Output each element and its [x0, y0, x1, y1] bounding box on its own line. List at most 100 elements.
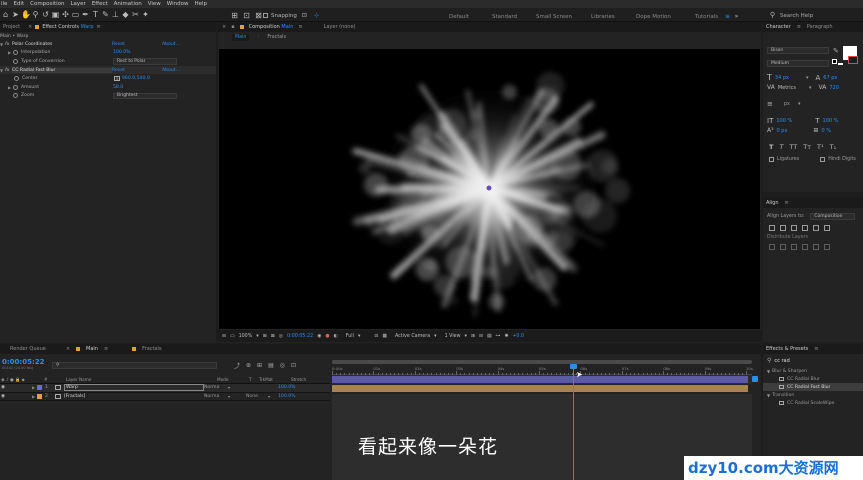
tab-fractals[interactable]: Fractals	[142, 346, 161, 352]
tab-main[interactable]: Main	[86, 346, 98, 352]
puppet-tool-icon[interactable]: ✦	[141, 10, 150, 19]
menu-layer[interactable]: Layer	[70, 1, 85, 7]
tab-effect-controls[interactable]: Effect Controls Warp	[42, 24, 93, 30]
effect-name[interactable]: CC Radial Fast Blur	[12, 67, 112, 73]
selection-tool-icon[interactable]: ➤	[11, 10, 20, 19]
timeline-icon[interactable]: ▤	[487, 334, 492, 339]
distribute-bottom-icon[interactable]	[791, 243, 797, 250]
shy-icon[interactable]: ⊞	[257, 362, 262, 369]
tab-layer[interactable]: Layer (none)	[324, 24, 356, 30]
zoom-tool-icon[interactable]: ⚲	[31, 10, 40, 19]
property-value[interactable]: 58.0	[113, 85, 123, 90]
timeline-timecode[interactable]: 0:00:05:22	[2, 358, 45, 366]
grid-icon[interactable]: ⊠	[271, 334, 275, 339]
clone-tool-icon[interactable]: ⊥	[111, 10, 120, 19]
fx-icon[interactable]: fx	[5, 42, 12, 47]
distribute-right-icon[interactable]	[824, 243, 830, 250]
camera-dropdown[interactable]: Active Camera	[395, 334, 430, 339]
safe-zones-icon[interactable]: ⊞	[263, 334, 267, 339]
menu-animation[interactable]: Animation	[114, 1, 142, 7]
menu-effect[interactable]: Effect	[92, 1, 108, 7]
transparency-grid-icon[interactable]: ▦	[382, 334, 387, 339]
hand-tool-icon[interactable]: ✋	[21, 10, 31, 19]
stopwatch-icon[interactable]	[13, 58, 18, 64]
align-top-icon[interactable]	[802, 224, 808, 231]
menu-view[interactable]: View	[148, 1, 161, 7]
fast-preview-icon[interactable]: ⊟	[479, 334, 483, 339]
font-size-value[interactable]: 34 px	[775, 75, 789, 81]
stretch-value[interactable]: 100.0%	[278, 385, 296, 390]
layer-mode-dropdown[interactable]: Norma	[204, 394, 228, 399]
snapshot-icon[interactable]: ◉	[317, 334, 321, 339]
brush-tool-icon[interactable]: ✎	[101, 10, 110, 19]
effects-search-input[interactable]: cc rad	[774, 358, 789, 364]
tsume-value[interactable]: 0 %	[821, 128, 831, 134]
comp-button-icon[interactable]	[752, 376, 758, 382]
effects-group[interactable]: ▼ Transition	[763, 391, 863, 399]
current-time[interactable]: 0:00:05:22	[287, 334, 313, 339]
superscript-button[interactable]: T¹	[817, 143, 824, 151]
label-color-swatch[interactable]	[37, 393, 42, 399]
effects-group[interactable]: ▼ Blur & Sharpen	[763, 367, 863, 375]
tab-render-queue[interactable]: Render Queue	[10, 346, 46, 352]
tracking-value[interactable]: 720	[829, 85, 839, 91]
work-area-bar[interactable]	[332, 360, 752, 364]
effect-reset-link[interactable]: Reset	[112, 68, 162, 73]
align-to-dropdown[interactable]: Composition	[810, 213, 856, 220]
layer-row[interactable]: ◉ ▶ 1 Warp Norma ▾ 100.0%	[0, 384, 330, 393]
tab-project[interactable]: Project	[3, 24, 20, 30]
all-caps-button[interactable]: TT	[789, 143, 797, 151]
region-of-interest-icon[interactable]: ⊡	[374, 334, 378, 339]
workspace-dope-motion[interactable]: Dope Motion	[636, 14, 695, 20]
layer-bar[interactable]	[332, 385, 748, 392]
effect-name[interactable]: Polar Coordinates	[12, 42, 112, 47]
effect-header[interactable]: ▼ fx Polar Coordinates Reset About...	[0, 40, 216, 49]
menu-help[interactable]: Help	[194, 1, 207, 7]
crosshair-icon[interactable]: ⊕	[114, 76, 120, 82]
resolution-dropdown[interactable]: Full	[346, 334, 354, 339]
pen-tool-icon[interactable]: ✒	[81, 10, 90, 19]
property-dropdown[interactable]: Rect to Polar	[113, 58, 177, 65]
draft-3d-icon[interactable]: ⊛	[246, 362, 251, 369]
small-caps-button[interactable]: Tт	[803, 143, 811, 151]
default-colors-icon[interactable]	[832, 59, 837, 64]
show-snapshot-icon[interactable]: ●	[325, 334, 329, 339]
monitor-icon[interactable]: ▭	[230, 334, 235, 339]
font-style-dropdown[interactable]: Medium	[767, 60, 829, 67]
tab-effects-presets[interactable]: Effects & Presets	[766, 346, 808, 352]
close-icon[interactable]: ×	[66, 346, 70, 352]
hindi-digits-checkbox[interactable]	[820, 157, 826, 162]
align-hcenter-icon[interactable]	[780, 224, 786, 231]
playhead-handle[interactable]	[570, 364, 578, 369]
distribute-left-icon[interactable]	[802, 243, 808, 250]
leading-value[interactable]: 67 px	[823, 75, 837, 81]
label-color-swatch[interactable]	[37, 385, 42, 391]
playhead[interactable]	[570, 364, 578, 480]
visibility-icon[interactable]: ◉	[0, 394, 8, 399]
align-right-icon[interactable]	[791, 224, 797, 231]
menu-window[interactable]: Window	[167, 1, 189, 7]
type-tool-icon[interactable]: T	[91, 10, 100, 19]
menu-edit[interactable]: Edit	[13, 1, 24, 7]
layer-row[interactable]: ◉ ▶ 2 [Fractals] Norma ▾ None ▾ 100.0%	[0, 393, 330, 401]
snap-edges-icon[interactable]: ⊹	[312, 11, 321, 20]
distribute-top-icon[interactable]	[769, 243, 775, 250]
zoom-dropdown[interactable]: 100%	[239, 334, 253, 339]
effect-header[interactable]: ▼ fx CC Radial Fast Blur Reset About...	[0, 65, 216, 75]
roto-tool-icon[interactable]: ✂	[131, 10, 140, 19]
close-icon[interactable]: ×	[222, 24, 226, 30]
snapping-checkbox[interactable]	[263, 13, 268, 18]
close-icon[interactable]: ×	[28, 24, 32, 30]
tab-paragraph[interactable]: Paragraph	[807, 24, 833, 30]
snap-options-icon[interactable]: ⊡	[300, 11, 309, 20]
workspace-menu-icon[interactable]: ≡	[723, 12, 732, 21]
effects-item[interactable]: CC Radial ScaleWipe	[763, 399, 863, 407]
stroke-width-value[interactable]: px	[784, 101, 790, 107]
comp-flowchart-icon[interactable]: ⤴	[234, 361, 240, 370]
eraser-tool-icon[interactable]: ◆	[121, 10, 130, 19]
property-value[interactable]: 100.0%	[113, 50, 131, 55]
local-axis-icon[interactable]: ⊞	[230, 11, 239, 20]
graph-editor-icon[interactable]: ⊡	[291, 362, 296, 369]
layer-name[interactable]: [Fractals]	[64, 394, 204, 399]
always-preview-icon[interactable]: ⊟	[222, 334, 226, 339]
